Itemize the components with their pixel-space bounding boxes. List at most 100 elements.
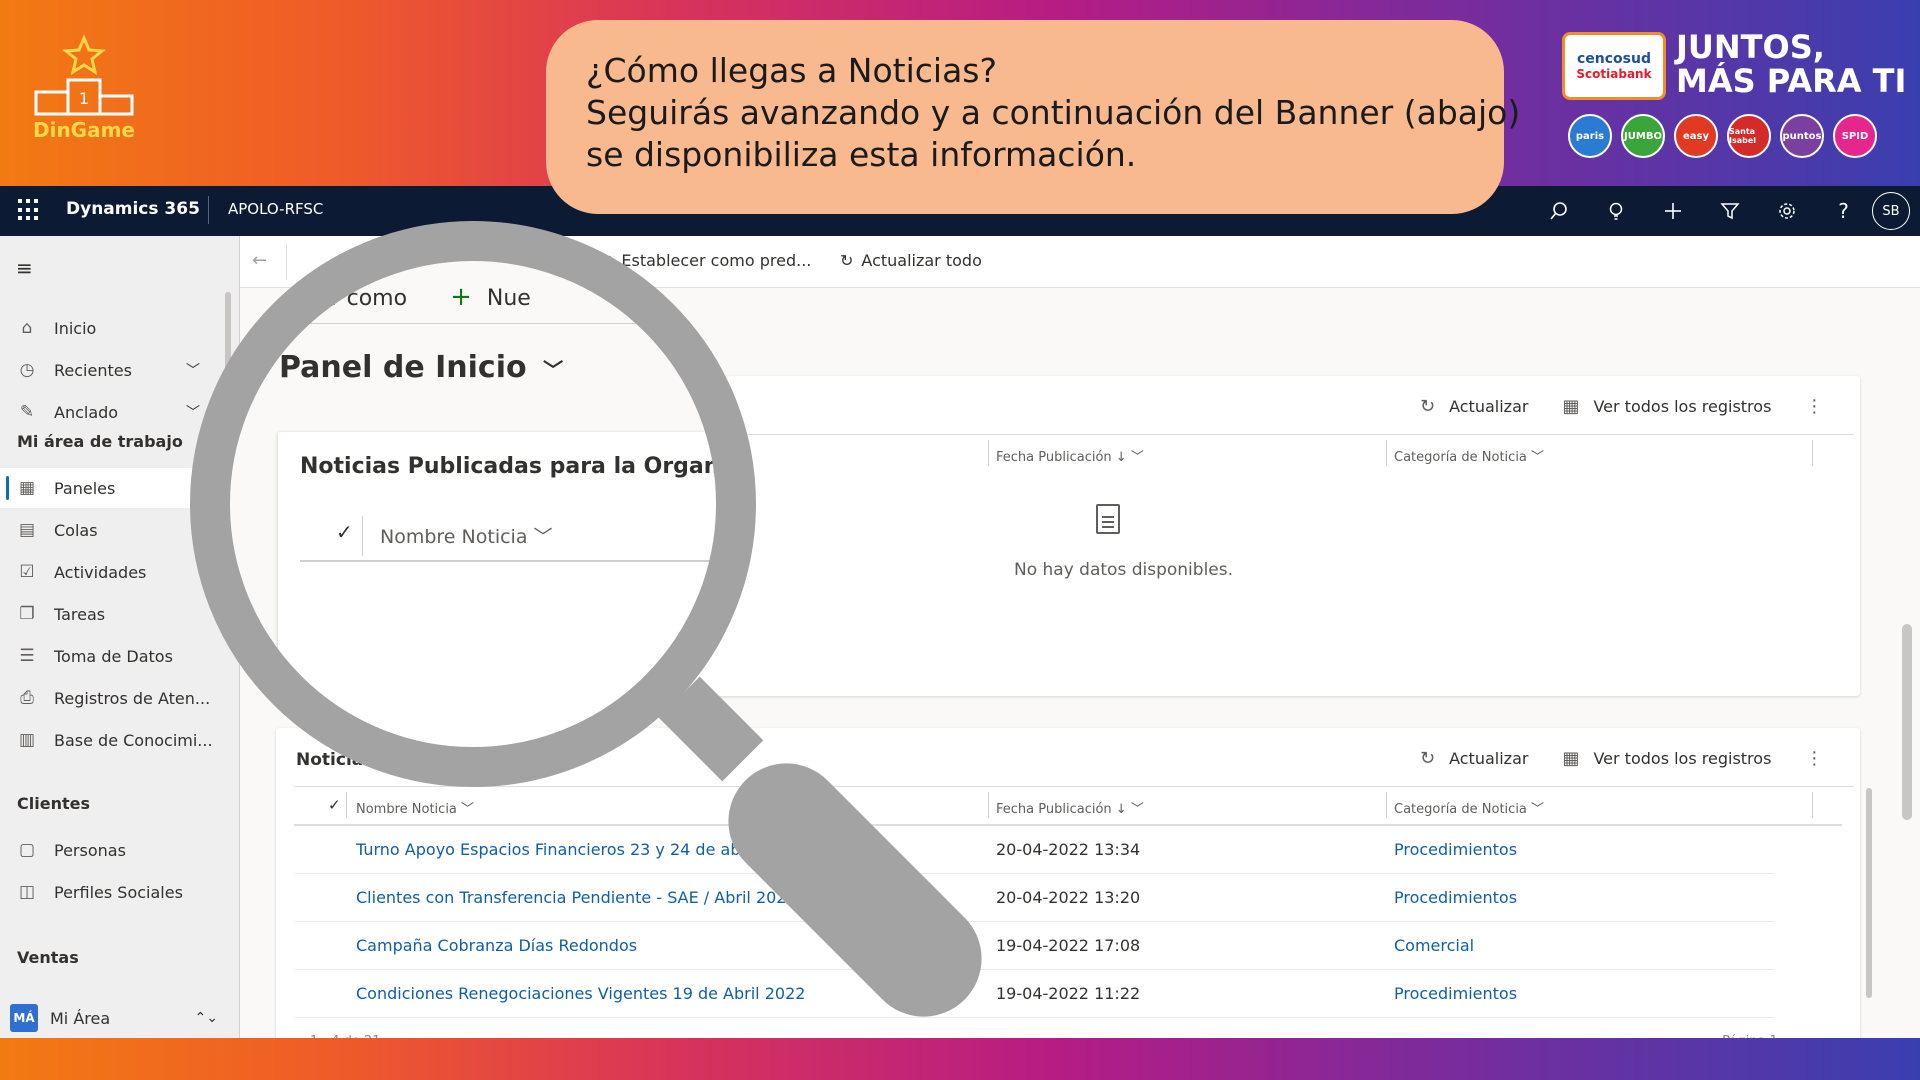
panel2-actions: ↻ Actualizar ▦ Ver todos los registros ⋮ [1386, 748, 1823, 769]
cencosud-line1: cencosud [1577, 51, 1651, 67]
sidebar-item-label: Base de Conocimi... [54, 730, 213, 750]
table-row[interactable]: Turno Apoyo Espacios Financieros 23 y 24… [294, 826, 1774, 874]
help-icon[interactable]: ? [1815, 194, 1872, 228]
chevron-down-icon: ﹀ [461, 802, 475, 817]
news-category-link[interactable]: Procedimientos [1394, 984, 1517, 1003]
nav-actions: ? [1530, 194, 1872, 228]
refresh-icon: ↻ [840, 251, 854, 270]
plus-icon[interactable] [1644, 194, 1701, 228]
podium-number: 1 [79, 89, 89, 108]
view-all-button[interactable]: ▦ Ver todos los registros [1562, 396, 1771, 417]
panel-news-organization: ↻ Actualizar ▦ Ver todos los registros ⋮ F… [276, 376, 1860, 696]
column-header-category[interactable]: Categoría de Noticia ﹀ [1394, 446, 1544, 465]
news-category-link[interactable]: Procedimientos [1394, 888, 1517, 907]
sidebar-item-label: Inicio [54, 318, 97, 338]
hamburger-menu-icon[interactable]: ≡ [16, 256, 36, 280]
cencosud-line2: Scotiabank [1576, 67, 1652, 81]
settings-icon[interactable] [1758, 194, 1815, 228]
search-icon[interactable] [1530, 194, 1587, 228]
clock-icon: ◷ [19, 360, 35, 380]
select-all-check-icon[interactable]: ✓ [328, 796, 341, 814]
cencosud-logo: cencosud Scotiabank [1562, 32, 1666, 100]
sidebar-item-personas[interactable]: ▢ Personas [0, 830, 238, 870]
section-ventas: Ventas [17, 948, 79, 967]
news-date: 19-04-2022 17:08 [996, 936, 1141, 955]
grid-icon: ▦ [1562, 396, 1580, 417]
set-default-button[interactable]: ✓ Establecer como pred... [600, 251, 811, 270]
slogan: JUNTOS, MÁS PARA TI [1676, 30, 1906, 98]
slogan-line1: JUNTOS, [1676, 28, 1825, 66]
filter-icon[interactable] [1701, 194, 1758, 228]
news-name-link[interactable]: Campaña Cobranza Días Redondos [356, 936, 637, 955]
news-name-link[interactable]: Turno Apoyo Espacios Financieros 23 y 24… [356, 840, 796, 859]
sidebar-item-paneles[interactable]: ▦ Paneles [0, 468, 238, 508]
dingame-label: DinGame [32, 118, 135, 142]
sort-down-icon: ↓ ﹀ [1115, 802, 1144, 817]
sidebar-item-registros[interactable]: ⎙ Registros de Aten... [0, 678, 238, 718]
callout-line2: Seguirás avanzando y a continuación del … [586, 93, 1521, 132]
app-launcher-icon[interactable] [18, 199, 40, 221]
grid-icon: ▦ [1562, 748, 1580, 769]
news-category-link[interactable]: Procedimientos [1394, 840, 1517, 859]
section-clientes: Clientes [17, 794, 90, 813]
column-header-category[interactable]: Categoría de Noticia ﹀ [1394, 798, 1544, 817]
instruction-callout: ¿Cómo llegas a Noticias? Seguirás avanza… [546, 20, 1521, 214]
sidebar-item-actividades[interactable]: ☑ Actividades [0, 552, 238, 592]
sidebar-item-anclado[interactable]: ✎ Anclado ﹀ [0, 392, 238, 432]
more-options-icon[interactable]: ⋮ [1805, 396, 1823, 417]
table-row[interactable]: Campaña Cobranza Días Redondos 19-04-202… [294, 922, 1774, 970]
chevron-down-icon: ﹀ [1531, 450, 1545, 465]
page-scrollbar[interactable] [1902, 624, 1912, 820]
back-arrow-icon[interactable]: ← [252, 250, 267, 271]
sidebar-item-toma-de-datos[interactable]: ☰ Toma de Datos [0, 636, 238, 676]
sidebar-item-recientes[interactable]: ◷ Recientes ﹀ [0, 350, 238, 390]
set-default-label: Establecer como pred... [621, 251, 812, 270]
news-name-link[interactable]: Condiciones Renegociaciones Vigentes 19 … [356, 984, 805, 1003]
grid-scrollbar[interactable] [1866, 788, 1872, 998]
header-date-label: Fecha Publicación [996, 450, 1112, 465]
sidebar-item-label: Recientes [54, 360, 132, 380]
sidebar-item-tareas[interactable]: ❐ Tareas [0, 594, 238, 634]
more-options-icon[interactable]: ⋮ [1805, 748, 1823, 769]
dashboard-area: ↻ Actualizar ▦ Ver todos los registros ⋮ F… [240, 288, 1920, 1068]
panel1-actions: ↻ Actualizar ▦ Ver todos los registros ⋮ [1386, 396, 1823, 417]
column-header-date[interactable]: Fecha Publicación ↓ ﹀ [996, 446, 1144, 465]
book-icon: ▥ [18, 730, 36, 750]
partner-puntos: puntos [1780, 114, 1824, 158]
partner-jumbo: JUMBO [1621, 114, 1665, 158]
refresh-all-label: Actualizar todo [861, 251, 982, 270]
pin-icon: ✎ [19, 402, 35, 422]
column-header-date[interactable]: Fecha Publicación ↓ ﹀ [996, 798, 1144, 817]
table-row[interactable]: Condiciones Renegociaciones Vigentes 19 … [294, 970, 1774, 1018]
refresh-all-button[interactable]: ↻ Actualizar todo [840, 251, 982, 270]
news-name-link[interactable]: Clientes con Transferencia Pendiente - S… [356, 888, 797, 907]
refresh-button[interactable]: ↻ Actualizar [1420, 396, 1528, 417]
news-category-link[interactable]: Comercial [1394, 936, 1474, 955]
environment-name[interactable]: APOLO-RFSC [228, 200, 323, 218]
records-icon: ⎙ [20, 688, 34, 708]
dingame-logo: 1 DinGame [32, 34, 136, 142]
table-row[interactable]: Clientes con Transferencia Pendiente - S… [294, 874, 1774, 922]
chevron-down-icon[interactable]: ﹀ [186, 402, 200, 422]
refresh-button[interactable]: ↻ Actualizar [1420, 748, 1528, 769]
column-header-name[interactable]: Nombre Noticia ﹀ [356, 798, 474, 817]
chevron-down-icon[interactable]: ﹀ [186, 360, 200, 380]
news-date: 20-04-2022 13:34 [996, 840, 1141, 859]
sidebar-item-inicio[interactable]: ⌂ Inicio [0, 308, 238, 348]
user-avatar[interactable]: SB [1872, 192, 1910, 230]
sidebar-item-colas[interactable]: ▤ Colas [0, 510, 238, 550]
sidebar-item-base-conocimiento[interactable]: ▥ Base de Conocimi... [0, 720, 238, 760]
view-all-label: Ver todos los registros [1593, 749, 1772, 768]
sort-down-icon: ↓ ﹀ [1115, 450, 1144, 465]
app-name[interactable]: Dynamics 365 [66, 199, 200, 219]
area-switcher[interactable]: MÁ Mi Área ⌃⌄ [0, 998, 238, 1038]
column-divider [1812, 792, 1813, 818]
news-date: 20-04-2022 13:20 [996, 888, 1141, 907]
view-all-button[interactable]: ▦ Ver todos los registros [1562, 748, 1771, 769]
sidebar-item-label: Actividades [54, 562, 147, 582]
refresh-icon: ↻ [1420, 748, 1436, 769]
header-top-line [294, 434, 1854, 435]
lightbulb-icon[interactable] [1587, 194, 1644, 228]
header-date-label: Fecha Publicación [996, 802, 1112, 817]
sidebar-item-perfiles-sociales[interactable]: ◫ Perfiles Sociales [0, 872, 238, 912]
